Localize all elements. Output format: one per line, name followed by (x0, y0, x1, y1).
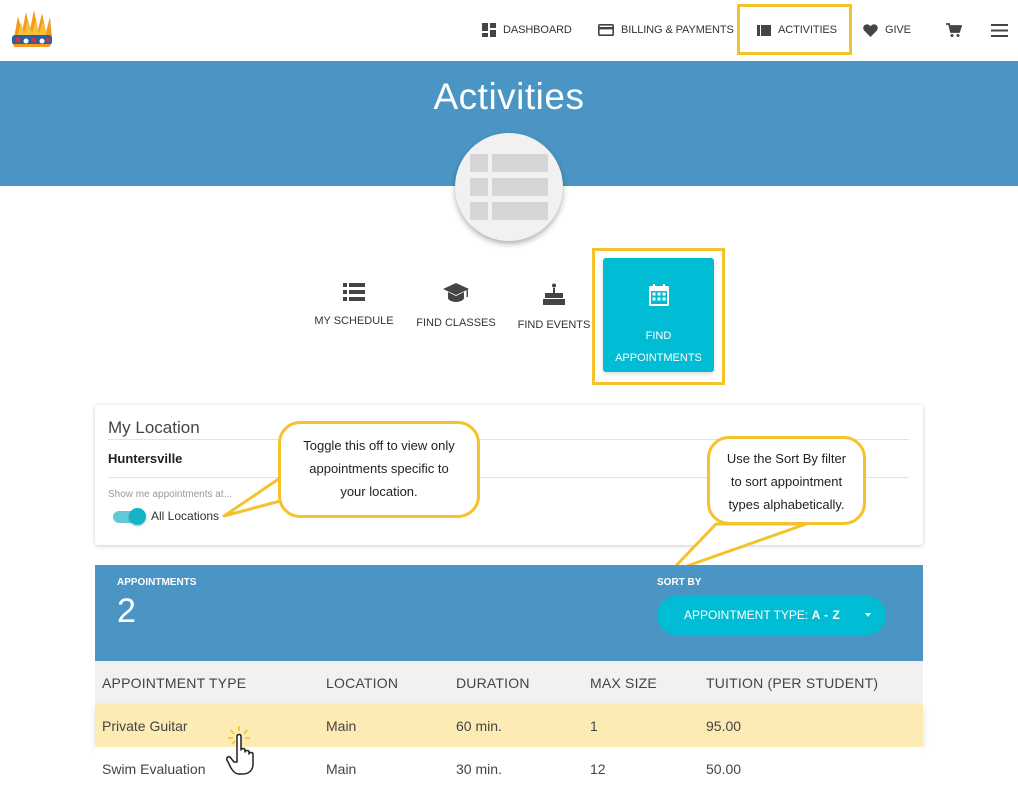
appointments-count: 2 (117, 592, 136, 630)
cell-location: Main (326, 718, 357, 734)
column-header-max-size[interactable]: MAX SIZE (590, 675, 657, 691)
column-header-location[interactable]: LOCATION (326, 675, 398, 691)
cell-duration: 60 min. (456, 718, 502, 734)
graduation-cap-icon (443, 283, 469, 302)
sort-by-dropdown[interactable]: APPOINTMENT TYPE: A - Z (657, 596, 886, 635)
all-locations-label: All Locations (151, 509, 220, 523)
nav-dashboard-label: DASHBOARD (503, 24, 572, 36)
sort-by-label: SORT BY (657, 577, 702, 588)
nav-dashboard[interactable]: DASHBOARD (482, 20, 572, 40)
column-header-tuition[interactable]: TUITION (PER STUDENT) (706, 675, 878, 691)
sort-value: A - Z (811, 608, 841, 622)
credit-card-icon (598, 24, 614, 36)
table-header: APPOINTMENT TYPE LOCATION DURATION MAX S… (95, 661, 923, 704)
cart-icon (946, 22, 962, 37)
show-me-label: Show me appointments at... (108, 489, 232, 500)
toggle-thumb (129, 508, 146, 525)
location-name: Huntersville (108, 451, 183, 466)
nav-give[interactable]: GIVE (863, 20, 911, 40)
tab-find-events[interactable]: FIND EVENTS (516, 283, 592, 331)
caret-down-icon (865, 613, 871, 617)
dashboard-icon (482, 23, 496, 37)
birthday-cake-icon (543, 283, 565, 305)
cell-max-size: 12 (590, 761, 606, 777)
table-row[interactable]: Swim Evaluation Main 30 min. 12 50.00 (95, 747, 923, 786)
cell-duration: 30 min. (456, 761, 502, 777)
activities-highlight-box (737, 4, 852, 55)
nav-give-label: GIVE (885, 24, 911, 36)
toggle-callout-line1: Toggle this off to view only (303, 438, 455, 453)
table-icon (470, 154, 548, 220)
table-row[interactable]: Private Guitar Main 60 min. 1 95.00 (95, 704, 923, 747)
tab-find-classes-label: FIND CLASSES (416, 317, 496, 329)
heart-icon (863, 23, 878, 37)
toggle-callout-line2: appointments specific to (309, 461, 449, 476)
sort-callout-line3: types alphabetically. (728, 497, 845, 512)
sort-prefix: APPOINTMENT TYPE: (684, 608, 809, 622)
tab-my-schedule-label: MY SCHEDULE (314, 315, 394, 327)
cell-tuition: 50.00 (706, 761, 742, 777)
find-appointments-highlight-box (592, 248, 725, 385)
sort-callout-line1: Use the Sort By filter (726, 451, 847, 466)
tab-my-schedule[interactable]: MY SCHEDULE (313, 283, 395, 327)
appointments-label: APPOINTMENTS (117, 577, 197, 588)
cell-max-size: 1 (590, 718, 598, 734)
hamburger-icon (990, 23, 1008, 37)
tab-find-classes[interactable]: FIND CLASSES (416, 283, 496, 329)
cell-appointment-type[interactable]: Swim Evaluation (102, 761, 206, 777)
cell-location: Main (326, 761, 357, 777)
menu-button[interactable] (988, 19, 1010, 41)
column-header-duration[interactable]: DURATION (456, 675, 530, 691)
toggle-callout: Toggle this off to view only appointment… (278, 421, 480, 518)
cart-button[interactable] (943, 19, 965, 41)
nav-billing-label: BILLING & PAYMENTS (621, 24, 734, 36)
cell-tuition: 95.00 (706, 718, 742, 734)
sort-callout-line2: to sort appointment (730, 474, 843, 489)
toggle-callout-line3: your location. (340, 484, 418, 499)
location-card-title: My Location (108, 418, 200, 437)
activities-hero-icon (455, 133, 563, 241)
nav-billing-payments[interactable]: BILLING & PAYMENTS (598, 20, 734, 40)
column-header-appointment-type[interactable]: APPOINTMENT TYPE (102, 675, 246, 691)
appointments-banner: APPOINTMENTS 2 SORT BY APPOINTMENT TYPE:… (95, 565, 923, 661)
sort-callout: Use the Sort By filter to sort appointme… (707, 436, 866, 525)
school-logo[interactable] (8, 8, 56, 50)
sort-dropdown-text: APPOINTMENT TYPE: A - Z (684, 608, 840, 622)
tab-find-events-label: FIND EVENTS (517, 319, 591, 331)
all-locations-toggle[interactable] (113, 508, 146, 525)
list-icon (343, 283, 365, 301)
top-navbar: DASHBOARD BILLING & PAYMENTS ACTIVITIES … (0, 0, 1018, 61)
page-title: Activities (433, 76, 585, 117)
cell-appointment-type[interactable]: Private Guitar (102, 718, 188, 734)
